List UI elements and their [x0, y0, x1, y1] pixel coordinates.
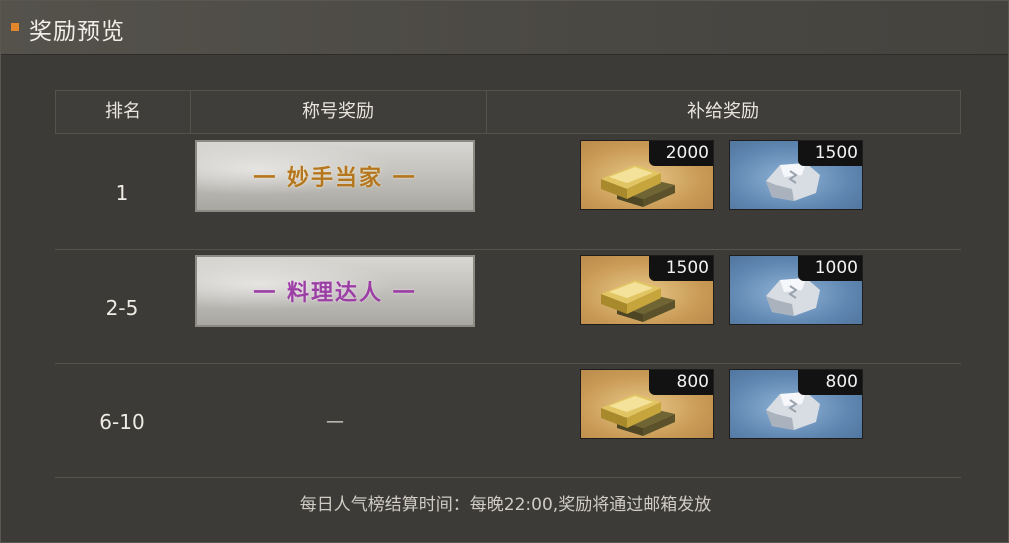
panel-header: 奖励预览 [1, 1, 1008, 55]
table-header: 排名 称号奖励 补给奖励 [55, 90, 961, 134]
gold-reward-item[interactable]: 2000 [580, 140, 714, 210]
gold-count: 2000 [649, 141, 713, 166]
rank-cell: 1 [115, 181, 129, 205]
row-divider [55, 477, 961, 478]
header-marker [11, 23, 19, 31]
rank-cell: 6-10 [99, 410, 145, 434]
title-reward-badge[interactable]: 一 料理达人 一 [195, 255, 475, 327]
silver-count: 1000 [798, 256, 862, 281]
table-row: 6-10 — 800 800 [55, 365, 961, 479]
column-rank: 排名 [56, 91, 191, 133]
table-row: 2-5 一 料理达人 一 1500 1000 [55, 251, 961, 365]
silver-reward-item[interactable]: 800 [729, 369, 863, 439]
column-title-reward: 称号奖励 [190, 91, 487, 133]
gold-reward-item[interactable]: 1500 [580, 255, 714, 325]
silver-reward-item[interactable]: 1500 [729, 140, 863, 210]
title-reward-badge[interactable]: 一 妙手当家 一 [195, 140, 475, 212]
silver-count: 1500 [798, 141, 862, 166]
gold-reward-item[interactable]: 800 [580, 369, 714, 439]
rank-cell: 2-5 [105, 296, 139, 320]
gold-count: 1500 [649, 256, 713, 281]
table-row: 1 一 妙手当家 一 2000 1500 [55, 136, 961, 250]
column-supply-reward: 补给奖励 [687, 101, 759, 122]
reward-preview-panel: 奖励预览 排名 称号奖励 补给奖励 1 一 妙手当家 一 2000 1500 2… [0, 0, 1009, 543]
silver-reward-item[interactable]: 1000 [729, 255, 863, 325]
panel-title: 奖励预览 [29, 19, 125, 45]
row-divider [55, 363, 961, 364]
gold-count: 800 [649, 370, 713, 395]
row-divider [55, 249, 961, 250]
settlement-note: 每日人气榜结算时间：每晚22:00,奖励将通过邮箱发放 [299, 495, 712, 515]
no-title-reward: — [326, 411, 344, 432]
silver-count: 800 [798, 370, 862, 395]
